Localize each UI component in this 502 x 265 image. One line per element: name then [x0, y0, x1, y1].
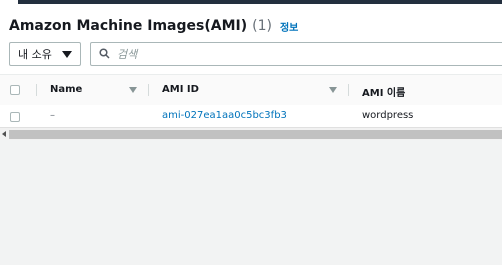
sort-icon[interactable] [329, 87, 337, 93]
ownership-filter-dropdown[interactable]: 내 소유 [9, 42, 81, 66]
table-header-row: Name AMI ID AMI 이름 [0, 74, 502, 106]
info-link[interactable]: 정보 [280, 19, 298, 34]
column-separator [348, 84, 349, 96]
scroll-left-icon[interactable] [2, 131, 6, 137]
column-header-ami-name[interactable]: AMI 이름 [362, 84, 405, 99]
search-box[interactable] [90, 42, 502, 66]
cell-ami-id-link[interactable]: ami-027ea1aa0c5bc3fb3 [162, 110, 287, 121]
row-select-checkbox[interactable] [10, 112, 20, 122]
column-separator [36, 84, 37, 96]
horizontal-scrollbar[interactable] [0, 127, 502, 140]
ami-count: (1) [252, 18, 272, 34]
column-separator [148, 84, 149, 96]
search-icon [99, 48, 110, 59]
cell-name: – [50, 110, 55, 121]
panel-header: Amazon Machine Images(AMI) (1) 정보 [9, 17, 298, 35]
search-input[interactable] [117, 46, 497, 62]
scrollbar-thumb[interactable] [9, 130, 502, 139]
ami-list-panel: Amazon Machine Images(AMI) (1) 정보 내 소유 N… [0, 4, 502, 130]
ownership-filter-label: 내 소유 [18, 48, 52, 61]
column-header-ami-id[interactable]: AMI ID [162, 84, 199, 95]
sort-icon[interactable] [129, 87, 137, 93]
column-header-name[interactable]: Name [50, 84, 82, 95]
cell-ami-name: wordpress [362, 110, 414, 121]
caret-down-icon [62, 51, 72, 58]
select-all-checkbox[interactable] [10, 85, 20, 95]
page-title: Amazon Machine Images(AMI) [9, 18, 248, 34]
